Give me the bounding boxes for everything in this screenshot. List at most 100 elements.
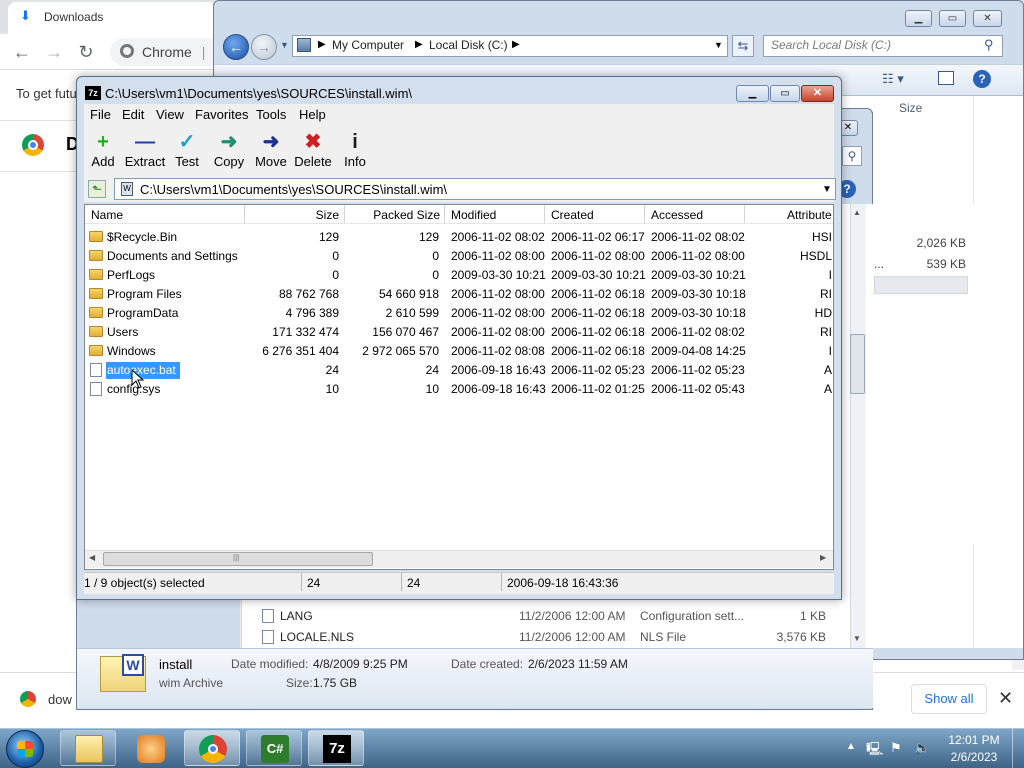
preview-pane-icon[interactable] xyxy=(938,71,954,85)
path-dropdown-icon[interactable]: ▼ xyxy=(822,184,832,195)
scroll-down-icon[interactable]: ▼ xyxy=(853,634,861,643)
menu-edit[interactable]: Edit xyxy=(122,107,144,122)
minimize-button[interactable]: ▁ xyxy=(905,10,932,27)
column-separator[interactable] xyxy=(544,205,545,223)
tray-network-icon[interactable]: ⚑ xyxy=(890,740,902,756)
file-size: 4 796 389 xyxy=(285,306,339,320)
test-icon: ✓ xyxy=(178,131,196,153)
file-type: NLS File xyxy=(640,630,687,644)
clock-time[interactable]: 12:01 PM xyxy=(944,733,1004,747)
reload-icon[interactable]: ↻ xyxy=(74,40,98,64)
file-name[interactable]: Windows xyxy=(107,344,156,358)
breadcrumb-arrow-icon[interactable]: ▶ xyxy=(415,39,423,50)
file-packed-size: 2 972 065 570 xyxy=(362,344,439,358)
details-created-label: Date created: xyxy=(451,657,524,671)
column-header-size[interactable]: Size xyxy=(899,101,922,115)
column-header-accessed[interactable]: Accessed xyxy=(651,208,703,222)
column-separator[interactable] xyxy=(444,205,445,223)
back-button[interactable]: ← xyxy=(223,34,249,60)
file-packed-size: 10 xyxy=(425,382,439,396)
file-name[interactable]: LOCALE.NLS xyxy=(280,630,354,644)
menu-file[interactable]: File xyxy=(90,107,111,122)
up-folder-icon[interactable]: ⬑ xyxy=(88,180,106,198)
breadcrumb-arrow-icon[interactable]: ▶ xyxy=(512,39,520,50)
explorer-caption-buttons: ▁ ▭ ✕ xyxy=(905,10,1005,27)
shelf-item-label[interactable]: dow xyxy=(48,692,72,707)
tray-device-icon[interactable]: 🖳 xyxy=(866,740,883,762)
breadcrumb-local-disk[interactable]: Local Disk (C:) xyxy=(429,38,508,52)
test-button[interactable]: ✓ Test xyxy=(166,130,208,176)
help-icon[interactable]: ? xyxy=(973,70,991,88)
column-header-packed-size[interactable]: Packed Size xyxy=(360,208,440,222)
file-size: 24 xyxy=(325,363,339,377)
move-button[interactable]: ➜ Move xyxy=(250,130,292,176)
taskbar-7zip[interactable]: 7z xyxy=(308,730,364,766)
recent-pages-icon[interactable]: ▼ xyxy=(280,40,289,50)
address-dropdown-icon[interactable]: ▼ xyxy=(714,40,723,50)
extract-button[interactable]: — Extract xyxy=(124,130,166,176)
breadcrumb-arrow-icon[interactable]: ▶ xyxy=(318,39,326,50)
file-name[interactable]: LANG xyxy=(280,609,313,623)
column-header-created[interactable]: Created xyxy=(551,208,594,222)
details-size-value: 1.75 GB xyxy=(313,676,358,690)
tray-overflow-icon[interactable]: ▲ xyxy=(846,741,856,752)
file-name[interactable]: ProgramData xyxy=(107,306,178,320)
show-desktop-button[interactable] xyxy=(1012,728,1024,768)
file-created: 2006-11-02 06:18 xyxy=(551,344,645,358)
maximize-button[interactable]: ▭ xyxy=(939,10,966,27)
scroll-right-icon[interactable]: ▶ xyxy=(820,553,826,562)
forward-arrow-icon[interactable]: → xyxy=(42,40,66,64)
show-all-button[interactable]: Show all xyxy=(911,684,987,714)
delete-button[interactable]: ✖ Delete xyxy=(292,130,334,176)
forward-button[interactable]: → xyxy=(251,34,277,60)
file-name[interactable]: Program Files xyxy=(107,287,182,301)
views-icon[interactable]: ☷ ▾ xyxy=(882,71,904,87)
taskbar-csharp[interactable]: C# xyxy=(246,730,302,766)
column-separator[interactable] xyxy=(744,205,745,223)
chrome-tab-downloads[interactable] xyxy=(8,2,218,34)
scroll-left-icon[interactable]: ◀ xyxy=(89,553,95,562)
column-header-modified[interactable]: Modified xyxy=(451,208,496,222)
pane-scrollbar-thumb[interactable] xyxy=(850,334,865,394)
archive-badge-icon: W xyxy=(122,654,144,676)
menu-view[interactable]: View xyxy=(156,107,184,122)
row-highlight[interactable] xyxy=(874,276,968,294)
column-separator[interactable] xyxy=(344,205,345,223)
column-header-attributes[interactable]: Attribute xyxy=(787,208,833,222)
close-button[interactable]: ✕ xyxy=(973,10,1002,27)
7zip-close-button[interactable]: ✕ xyxy=(801,85,834,102)
column-separator[interactable] xyxy=(644,205,645,223)
info-button[interactable]: i Info xyxy=(334,130,376,176)
file-name[interactable]: Users xyxy=(107,325,138,339)
taskbar-chrome[interactable] xyxy=(184,730,240,766)
info-icon: i xyxy=(352,131,358,153)
search-icon[interactable]: ⚲ xyxy=(984,37,994,53)
pane-scrollbar[interactable] xyxy=(850,204,866,648)
7zip-maximize-button[interactable]: ▭ xyxy=(770,85,800,102)
menu-favorites[interactable]: Favorites xyxy=(195,107,248,122)
file-name[interactable]: PerfLogs xyxy=(107,268,155,282)
taskbar-explorer[interactable] xyxy=(60,730,116,766)
menu-help[interactable]: Help xyxy=(299,107,326,122)
file-name[interactable]: $Recycle.Bin xyxy=(107,230,177,244)
column-separator[interactable] xyxy=(244,205,245,223)
clock-date[interactable]: 2/6/2023 xyxy=(944,750,1004,764)
folder-icon xyxy=(89,307,103,318)
column-header-name[interactable]: Name xyxy=(91,208,123,222)
add-button[interactable]: + Add xyxy=(82,130,124,176)
column-header-size[interactable]: Size xyxy=(280,208,339,222)
7zip-app-icon: 7z xyxy=(85,86,101,100)
folder-icon xyxy=(89,288,103,299)
scroll-up-icon[interactable]: ▲ xyxy=(853,208,861,217)
taskbar-media-player[interactable] xyxy=(122,730,178,766)
back-arrow-icon[interactable]: ← xyxy=(10,40,34,64)
copy-button[interactable]: ➜ Copy xyxy=(208,130,250,176)
refresh-button[interactable]: ⇆ xyxy=(732,35,754,57)
tray-volume-icon[interactable]: 🔈 xyxy=(914,740,930,756)
close-icon[interactable]: ✕ xyxy=(998,688,1013,709)
7zip-minimize-button[interactable]: ▁ xyxy=(736,85,769,102)
breadcrumb-my-computer[interactable]: My Computer xyxy=(332,38,404,52)
pane-search-icon[interactable]: ⚲ xyxy=(842,146,862,166)
menu-tools[interactable]: Tools xyxy=(256,107,286,122)
file-name[interactable]: Documents and Settings xyxy=(107,249,238,263)
